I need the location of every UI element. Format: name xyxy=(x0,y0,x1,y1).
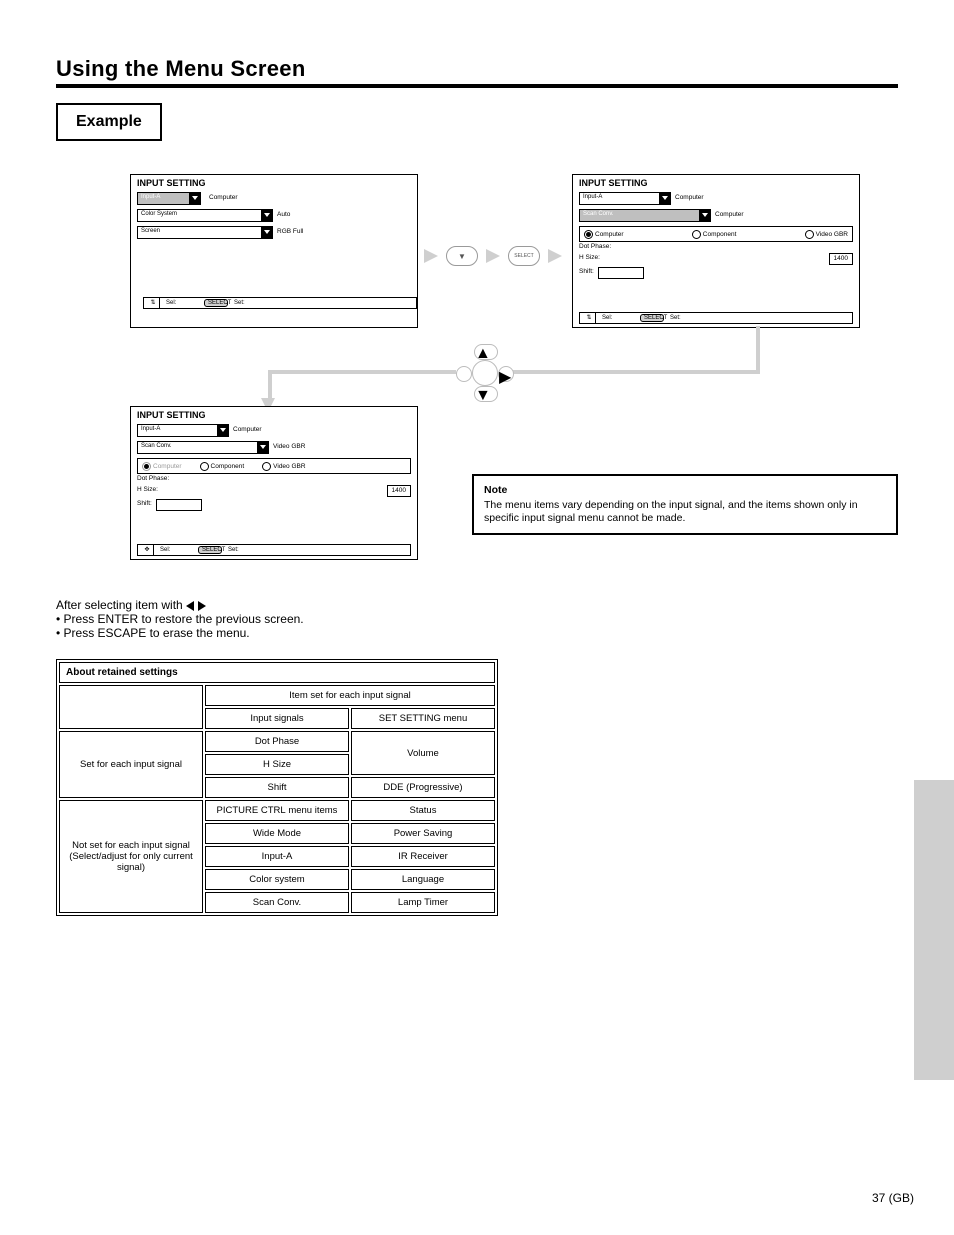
s3-scanconv[interactable]: Scan Conv. xyxy=(137,441,269,454)
arrow-right-icon xyxy=(548,249,562,263)
screen2-title: INPUT SETTING xyxy=(573,175,859,190)
after-text: After selecting item with • Press ENTER … xyxy=(56,598,304,640)
radio-icon[interactable] xyxy=(692,230,701,239)
select-button-icon[interactable]: SELECT xyxy=(508,246,540,266)
down-button-icon[interactable]: ▼ xyxy=(446,246,478,266)
s2-hsize-val: 1400 xyxy=(829,253,853,265)
screen-input-setting-3: INPUT SETTING Input-A Computer Scan Conv… xyxy=(130,406,418,560)
flow-line xyxy=(510,370,760,374)
flow-line xyxy=(268,370,456,374)
screen1-title: INPUT SETTING xyxy=(131,175,417,190)
chevron-down-icon xyxy=(261,210,272,221)
chevron-down-icon xyxy=(189,193,200,204)
side-tab xyxy=(914,780,954,1080)
s2-scanconv[interactable]: Scan Conv. xyxy=(579,209,711,222)
arrow-right-icon xyxy=(486,249,500,263)
example-badge: Example xyxy=(56,103,162,141)
s2-footer: ⇅ Sel: Set: SELECT xyxy=(579,312,853,324)
radio-icon[interactable] xyxy=(262,462,271,471)
updown-icon: ⇅ xyxy=(583,313,596,323)
s2-options: Computer Component Video GBR xyxy=(579,226,853,242)
s3-inputa[interactable]: Input-A xyxy=(137,424,229,437)
divider xyxy=(56,84,898,88)
chevron-down-icon xyxy=(257,442,268,453)
move-icon: ✥ xyxy=(141,545,154,555)
page-title: Using the Menu Screen xyxy=(56,56,306,82)
down-icon: ▼ xyxy=(474,386,498,402)
up-icon: ▲ xyxy=(474,344,498,360)
chevron-down-icon xyxy=(659,193,670,204)
retained-settings-table: About retained settings Item set for eac… xyxy=(56,659,498,916)
radio-icon[interactable] xyxy=(805,230,814,239)
dpad-icon[interactable]: ▲ ▼▶ xyxy=(456,344,514,402)
s1-inputa-field[interactable]: Input-A xyxy=(137,192,201,205)
s1-colorsys-field[interactable]: Color System xyxy=(137,209,273,222)
arrow-right-icon xyxy=(424,249,438,263)
note-box: Note The menu items vary depending on th… xyxy=(472,474,898,535)
flow-1-to-2: ▼ SELECT xyxy=(424,246,562,266)
s3-options: Computer Component Video GBR xyxy=(137,458,411,474)
s2-inputa[interactable]: Input-A xyxy=(579,192,671,205)
triangle-right-icon xyxy=(198,601,206,611)
screen-input-setting-1: INPUT SETTING Input-A Computer Color Sys… xyxy=(130,174,418,328)
note-heading: Note xyxy=(484,484,886,497)
triangle-left-icon xyxy=(186,601,194,611)
radio-icon[interactable] xyxy=(584,230,593,239)
screen3-title: INPUT SETTING xyxy=(131,407,417,422)
s3-footer: ✥ Sel: Set: SELECT xyxy=(137,544,411,556)
page-number: 37 (GB) xyxy=(872,1191,914,1205)
s1-screen-field[interactable]: Screen xyxy=(137,226,273,239)
s2-shift-box xyxy=(598,267,644,279)
radio-icon[interactable] xyxy=(200,462,209,471)
chevron-down-icon xyxy=(261,227,272,238)
right-icon: ▶ xyxy=(498,366,514,382)
screen-input-setting-2: INPUT SETTING Input-A Computer Scan Conv… xyxy=(572,174,860,328)
chevron-down-icon xyxy=(699,210,710,221)
updown-icon: ⇅ xyxy=(147,298,160,308)
flow-line xyxy=(756,326,760,374)
radio-icon[interactable] xyxy=(142,462,151,471)
chevron-down-icon xyxy=(217,425,228,436)
s2-dot: Dot Phase: xyxy=(579,244,853,251)
note-body: The menu items vary depending on the inp… xyxy=(484,499,886,525)
